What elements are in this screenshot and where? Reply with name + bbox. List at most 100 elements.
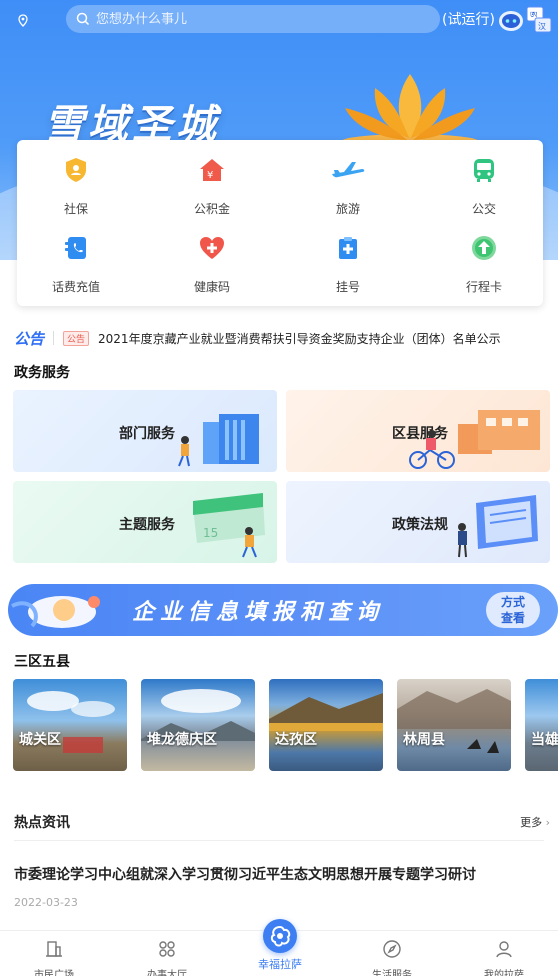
county-name: 林周县 bbox=[403, 732, 445, 748]
tab-label: 我的拉萨 bbox=[484, 970, 524, 976]
medical-registration-icon bbox=[339, 237, 357, 259]
county-name: 城关区 bbox=[19, 732, 61, 748]
section-title-news: 热点资讯 bbox=[14, 815, 70, 831]
banner-button-line2: 查看 bbox=[500, 611, 525, 625]
notice-text[interactable]: 2021年度京藏产业就业暨消费帮扶引导资金奖励支持企业（团体）名单公示 bbox=[98, 330, 501, 347]
quick-item-label: 话费充值 bbox=[51, 280, 100, 294]
card-policy-regulation[interactable]: 政策法规 bbox=[286, 481, 550, 563]
phone-recharge-icon bbox=[65, 237, 86, 259]
top-bar: (试运行) ཨ 汉 bbox=[0, 0, 558, 40]
county-card-dangxiong[interactable]: 当雄 bbox=[525, 679, 558, 771]
card-theme-service[interactable]: 主题服务 15 bbox=[13, 481, 277, 563]
compass-icon bbox=[383, 940, 401, 958]
banner-text: 企业信息填报和查询 bbox=[132, 600, 385, 625]
card-label: 政策法规 bbox=[392, 517, 448, 533]
county-card-chengguan[interactable]: 城关区 bbox=[13, 679, 127, 771]
quick-item-phone-recharge[interactable]: 话费充值 bbox=[21, 234, 131, 295]
county-card-dazi[interactable]: 达孜区 bbox=[269, 679, 383, 771]
quick-item-housing-fund[interactable]: ¥ 公积金 bbox=[157, 156, 267, 217]
news-more-label: 更多 bbox=[520, 816, 543, 829]
quick-item-label: 旅游 bbox=[335, 202, 360, 216]
search-bar[interactable] bbox=[66, 5, 440, 33]
location-icon[interactable] bbox=[16, 14, 30, 28]
section-title-gov: 政务服务 bbox=[14, 365, 70, 381]
quick-item-itinerary-card[interactable]: 行程卡 bbox=[429, 234, 539, 295]
card-label: 部门服务 bbox=[119, 426, 175, 442]
news-more-link[interactable]: 更多 › bbox=[520, 814, 550, 830]
tab-label: 生活服务 bbox=[372, 970, 412, 976]
card-department-service[interactable]: 部门服务 bbox=[13, 390, 277, 472]
county-card-duilongdeqing[interactable]: 堆龙德庆区 bbox=[141, 679, 255, 771]
banner-button-line1: 方式 bbox=[500, 595, 525, 609]
svg-text:汉: 汉 bbox=[538, 22, 546, 31]
robot-assistant-icon[interactable] bbox=[498, 8, 524, 32]
bus-icon bbox=[474, 159, 494, 182]
quick-item-label: 公积金 bbox=[193, 202, 230, 216]
tab-label: 幸福拉萨 bbox=[258, 958, 302, 971]
county-photo bbox=[141, 689, 255, 741]
county-photo bbox=[27, 691, 115, 753]
notice-divider bbox=[53, 331, 55, 345]
notice-tag-badge: 公告 bbox=[63, 330, 90, 346]
tab-happy-lhasa[interactable]: 幸福拉萨 bbox=[240, 919, 320, 972]
search-input[interactable] bbox=[96, 11, 396, 27]
county-name: 堆龙德庆区 bbox=[147, 732, 217, 748]
quick-item-label: 社保 bbox=[63, 202, 88, 216]
social-security-shield-icon bbox=[66, 158, 86, 182]
svg-text:¥: ¥ bbox=[207, 170, 213, 181]
translate-icon[interactable]: ཨ 汉 bbox=[526, 6, 552, 34]
svg-text:ཨ: ཨ bbox=[530, 11, 537, 21]
banner-decoration-icon bbox=[11, 596, 100, 628]
calendar-illustration: 15 bbox=[193, 493, 265, 558]
notice-bar[interactable]: 公告 公告 2021年度京藏产业就业暨消费帮扶引导资金奖励支持企业（团体）名单公… bbox=[14, 326, 554, 350]
section-title-counties: 三区五县 bbox=[14, 654, 70, 670]
lotus-illustration bbox=[340, 74, 480, 150]
svg-text:15: 15 bbox=[203, 526, 218, 540]
county-name: 达孜区 bbox=[275, 732, 317, 748]
search-icon bbox=[76, 12, 90, 26]
quick-item-registration[interactable]: 挂号 bbox=[293, 234, 403, 295]
chevron-right-icon: › bbox=[545, 816, 550, 829]
quick-item-social-security[interactable]: 社保 bbox=[21, 156, 131, 217]
quick-item-bus[interactable]: 公交 bbox=[429, 156, 539, 217]
quick-item-health-code[interactable]: 健康码 bbox=[157, 234, 267, 295]
banner-view-method-button[interactable]: 方式 查看 bbox=[486, 592, 540, 628]
tab-service-hall[interactable]: 办事大厅 bbox=[127, 939, 207, 976]
news-header: 热点资讯 更多 › bbox=[14, 812, 550, 832]
card-label: 主题服务 bbox=[119, 517, 175, 533]
quick-services-panel: 社保 ¥ 公积金 旅游 公交 话费充值 健康码 挂号 行程卡 bbox=[17, 140, 543, 306]
quick-item-label: 挂号 bbox=[335, 280, 360, 294]
quick-item-label: 行程卡 bbox=[465, 280, 502, 294]
airplane-icon bbox=[332, 162, 365, 178]
tab-label: 办事大厅 bbox=[147, 970, 187, 976]
grid-icon bbox=[159, 941, 175, 957]
itinerary-arrow-icon bbox=[472, 236, 496, 260]
books-person-illustration bbox=[458, 495, 538, 558]
tab-citizen-square[interactable]: 市民广场 bbox=[14, 939, 94, 976]
card-district-service[interactable]: 区县服务 bbox=[286, 390, 550, 472]
enterprise-info-banner[interactable]: 企业信息填报和查询 方式 查看 bbox=[8, 584, 558, 636]
building-illustration bbox=[178, 414, 259, 467]
news-item-title[interactable]: 市委理论学习中心组就深入学习贯彻习近平生态文明思想开展专题学习研讨 bbox=[14, 864, 476, 884]
county-card-linzhou[interactable]: 林周县 bbox=[397, 679, 511, 771]
news-item-date: 2022-03-23 bbox=[14, 896, 78, 909]
quick-item-label: 公交 bbox=[471, 202, 496, 216]
health-heart-icon bbox=[200, 237, 224, 259]
tab-label: 市民广场 bbox=[34, 970, 74, 976]
county-photo bbox=[397, 689, 511, 753]
houses-cyclist-illustration bbox=[409, 410, 540, 469]
building-icon bbox=[46, 941, 62, 957]
county-photo bbox=[269, 693, 383, 731]
quick-item-label: 健康码 bbox=[193, 280, 230, 294]
happy-lhasa-logo-icon bbox=[263, 919, 297, 953]
news-divider bbox=[14, 840, 544, 841]
quick-item-travel[interactable]: 旅游 bbox=[293, 156, 403, 217]
tab-my-lhasa[interactable]: 我的拉萨 bbox=[464, 939, 544, 976]
trial-label: (试运行) bbox=[442, 12, 495, 28]
housing-fund-house-icon: ¥ bbox=[200, 159, 224, 181]
tab-life-service[interactable]: 生活服务 bbox=[352, 939, 432, 976]
user-icon bbox=[496, 941, 512, 958]
county-name: 当雄 bbox=[531, 732, 558, 748]
bottom-tab-bar: 市民广场 办事大厅 幸福拉萨 生活服务 我的拉萨 bbox=[0, 919, 558, 976]
notice-brand: 公告 bbox=[14, 329, 45, 348]
